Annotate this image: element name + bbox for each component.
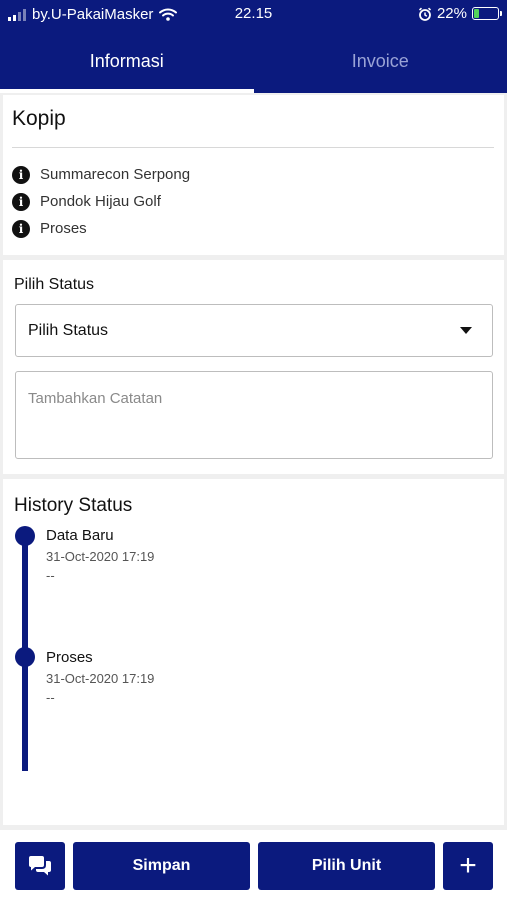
- history-item: Data Baru 31-Oct-2020 17:19 --: [46, 527, 154, 583]
- status-card: Pilih Status Pilih Status: [3, 260, 504, 474]
- status-bar-right: 22%: [418, 5, 502, 22]
- history-note: --: [46, 568, 55, 583]
- info-card: Kopip i Summarecon Serpong i Pondok Hija…: [3, 95, 504, 255]
- info-item-project: i Pondok Hijau Golf: [12, 188, 190, 215]
- info-icon: i: [12, 165, 30, 184]
- info-icon: i: [12, 192, 30, 211]
- status-select-value: Pilih Status: [28, 321, 109, 339]
- history-status: Proses: [46, 649, 93, 666]
- tab-bar: Informasi Invoice: [0, 30, 507, 93]
- status-select[interactable]: Pilih Status: [15, 304, 493, 357]
- bottom-action-bar: Simpan Pilih Unit +: [0, 830, 507, 900]
- add-button[interactable]: +: [443, 842, 493, 890]
- history-status: Data Baru: [46, 527, 114, 544]
- notes-input[interactable]: [15, 371, 493, 459]
- info-list: i Summarecon Serpong i Pondok Hijau Golf…: [12, 161, 190, 242]
- caret-down-icon: [460, 327, 472, 334]
- save-button[interactable]: Simpan: [73, 842, 250, 890]
- select-unit-button[interactable]: Pilih Unit: [258, 842, 435, 890]
- history-card: History Status Data Baru 31-Oct-2020 17:…: [3, 479, 504, 825]
- divider: [12, 147, 494, 148]
- info-item-location: i Summarecon Serpong: [12, 161, 190, 188]
- info-icon: i: [12, 219, 30, 238]
- info-text: Summarecon Serpong: [40, 166, 191, 183]
- status-bar: by.U-PakaiMasker 22.15 22%: [0, 0, 507, 30]
- battery-percent: 22%: [436, 5, 467, 22]
- history-item: Proses 31-Oct-2020 17:19 --: [46, 649, 154, 705]
- history-note: --: [46, 690, 55, 705]
- info-item-status: i Proses: [12, 215, 190, 242]
- tab-invoice[interactable]: Invoice: [254, 30, 507, 93]
- timeline-dot: [15, 526, 35, 546]
- info-text: Proses: [40, 220, 87, 237]
- app-header: by.U-PakaiMasker 22.15 22% Informasi Inv…: [0, 0, 507, 93]
- history-date: 31-Oct-2020 17:19: [46, 549, 155, 564]
- status-section-label: Pilih Status: [14, 276, 95, 293]
- tab-informasi[interactable]: Informasi: [0, 30, 254, 93]
- battery-icon: [472, 7, 502, 20]
- chat-button[interactable]: [15, 842, 65, 890]
- battery-level: [474, 9, 480, 18]
- chat-icon: [29, 856, 51, 876]
- info-text: Pondok Hijau Golf: [40, 193, 161, 210]
- page-title: Kopip: [12, 107, 66, 130]
- history-date: 31-Oct-2020 17:19: [46, 671, 155, 686]
- timeline-dot: [15, 647, 35, 667]
- alarm-icon: [418, 7, 432, 21]
- history-title: History Status: [14, 495, 133, 516]
